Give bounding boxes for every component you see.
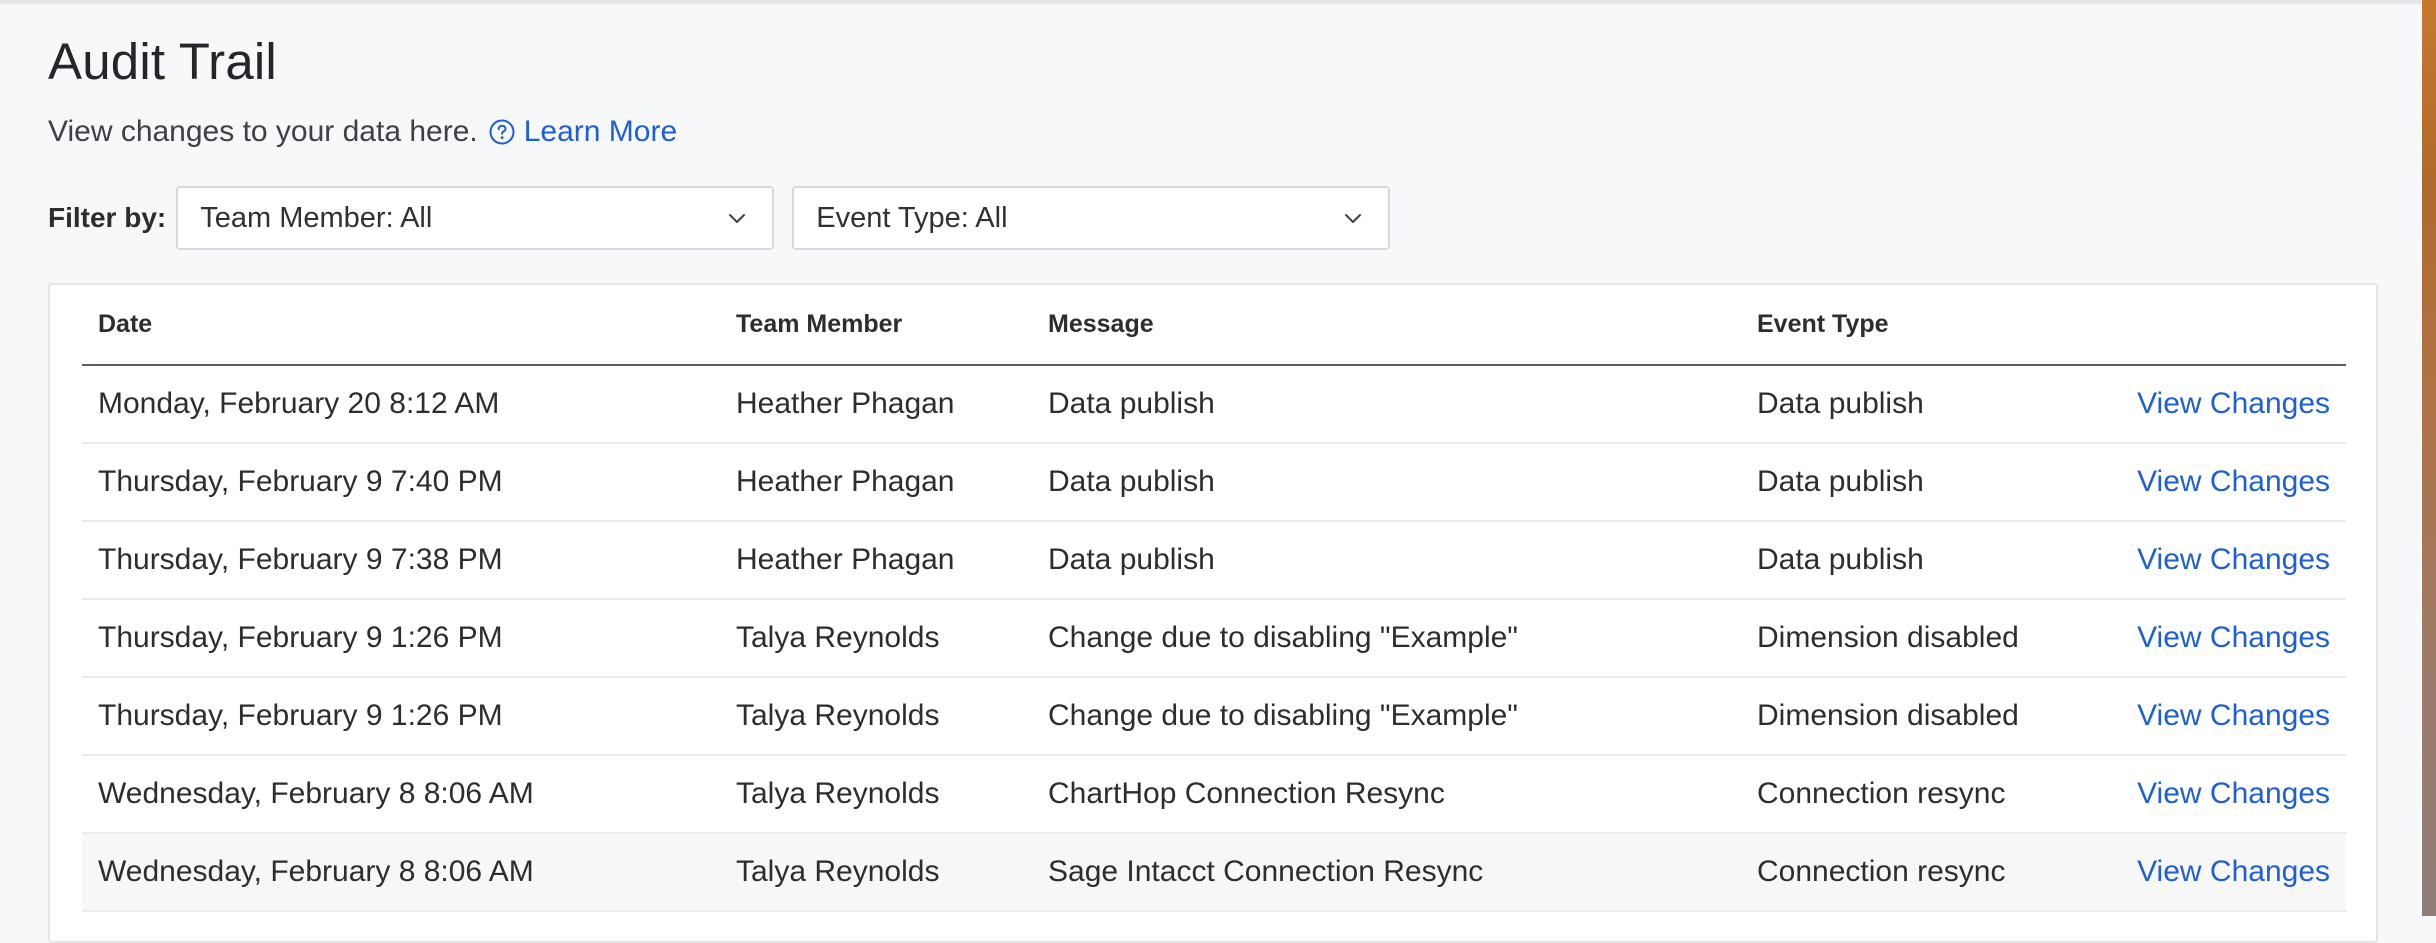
cell-date: Monday, February 20 8:12 AM xyxy=(82,365,720,444)
cell-action: View Changes xyxy=(2101,521,2346,600)
column-header-message[interactable]: Message xyxy=(1032,285,1741,366)
filter-bar: Filter by: Team Member: All Event Type: … xyxy=(48,186,1391,250)
table-row: Wednesday, February 8 8:06 AM Talya Reyn… xyxy=(82,755,2346,834)
cell-message: Data publish xyxy=(1032,443,1741,522)
column-header-actions xyxy=(2101,285,2346,366)
view-changes-link[interactable]: View Changes xyxy=(2137,699,2330,732)
view-changes-link[interactable]: View Changes xyxy=(2137,465,2330,498)
cell-event-type: Data publish xyxy=(1741,443,2101,522)
cell-message: ChartHop Connection Resync xyxy=(1032,755,1741,834)
cell-event-type: Dimension disabled xyxy=(1741,677,2101,756)
table-row: Thursday, February 9 1:26 PM Talya Reyno… xyxy=(82,677,2346,756)
subtitle-text: View changes to your data here. xyxy=(48,115,478,148)
cell-team-member: Heather Phagan xyxy=(720,365,1032,444)
cell-event-type: Connection resync xyxy=(1741,755,2101,834)
table-row: Thursday, February 9 1:26 PM Talya Reyno… xyxy=(82,599,2346,678)
cell-team-member: Talya Reynolds xyxy=(720,833,1032,912)
audit-table: Date Team Member Message Event Type Mond… xyxy=(82,285,2346,912)
cell-team-member: Heather Phagan xyxy=(720,443,1032,522)
cell-message: Data publish xyxy=(1032,521,1741,600)
cell-message: Data publish xyxy=(1032,365,1741,444)
cell-event-type: Data publish xyxy=(1741,521,2101,600)
team-member-filter[interactable]: Team Member: All xyxy=(176,186,775,250)
chevron-down-icon xyxy=(729,214,746,223)
cell-event-type: Dimension disabled xyxy=(1741,599,2101,678)
view-changes-link[interactable]: View Changes xyxy=(2137,777,2330,810)
column-header-event-type[interactable]: Event Type xyxy=(1741,285,2101,366)
table-row: Thursday, February 9 7:38 PM Heather Pha… xyxy=(82,521,2346,600)
page-subtitle: View changes to your data here. Learn Mo… xyxy=(48,115,677,149)
event-type-filter[interactable]: Event Type: All xyxy=(792,186,1391,250)
cell-team-member: Talya Reynolds xyxy=(720,755,1032,834)
cell-date: Wednesday, February 8 8:06 AM xyxy=(82,833,720,912)
top-divider xyxy=(0,0,2422,4)
table-row: Monday, February 20 8:12 AM Heather Phag… xyxy=(82,365,2346,444)
cell-event-type: Connection resync xyxy=(1741,833,2101,912)
filter-label: Filter by: xyxy=(48,202,167,233)
table-row: Thursday, February 9 7:40 PM Heather Pha… xyxy=(82,443,2346,522)
event-type-filter-value: Event Type: All xyxy=(816,201,1008,234)
view-changes-link[interactable]: View Changes xyxy=(2137,543,2330,576)
cell-message: Change due to disabling "Example" xyxy=(1032,599,1741,678)
chevron-down-icon xyxy=(1345,214,1362,223)
page-title: Audit Trail xyxy=(48,33,277,90)
cell-date: Wednesday, February 8 8:06 AM xyxy=(82,755,720,834)
view-changes-link[interactable]: View Changes xyxy=(2137,621,2330,654)
cell-event-type: Data publish xyxy=(1741,365,2101,444)
cell-date: Thursday, February 9 1:26 PM xyxy=(82,599,720,678)
cell-team-member: Talya Reynolds xyxy=(720,599,1032,678)
cell-date: Thursday, February 9 7:40 PM xyxy=(82,443,720,522)
column-header-date[interactable]: Date xyxy=(82,285,720,366)
cell-action: View Changes xyxy=(2101,443,2346,522)
question-circle-icon[interactable] xyxy=(488,118,516,146)
table-row: Wednesday, February 8 8:06 AM Talya Reyn… xyxy=(82,833,2346,912)
view-changes-link[interactable]: View Changes xyxy=(2137,387,2330,420)
table-header-row: Date Team Member Message Event Type xyxy=(82,285,2346,366)
cell-date: Thursday, February 9 1:26 PM xyxy=(82,677,720,756)
cell-team-member: Heather Phagan xyxy=(720,521,1032,600)
cell-action: View Changes xyxy=(2101,833,2346,912)
cell-message: Sage Intacct Connection Resync xyxy=(1032,833,1741,912)
cell-message: Change due to disabling "Example" xyxy=(1032,677,1741,756)
column-header-team-member[interactable]: Team Member xyxy=(720,285,1032,366)
audit-table-card: Date Team Member Message Event Type Mond… xyxy=(48,283,2378,943)
cell-action: View Changes xyxy=(2101,677,2346,756)
cell-action: View Changes xyxy=(2101,599,2346,678)
view-changes-link[interactable]: View Changes xyxy=(2137,855,2330,888)
learn-more-link[interactable]: Learn More xyxy=(524,115,677,149)
cell-action: View Changes xyxy=(2101,365,2346,444)
cell-action: View Changes xyxy=(2101,755,2346,834)
team-member-filter-value: Team Member: All xyxy=(200,201,433,234)
cell-date: Thursday, February 9 7:38 PM xyxy=(82,521,720,600)
cell-team-member: Talya Reynolds xyxy=(720,677,1032,756)
window-edge-strip xyxy=(2422,0,2436,916)
